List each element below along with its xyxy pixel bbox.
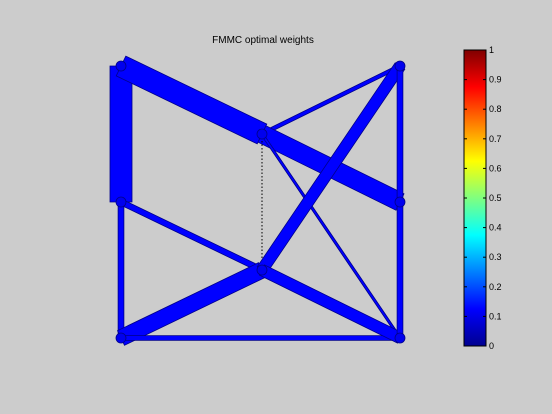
- colorbar-tick-label: 0.2: [489, 282, 502, 292]
- edge-5-8: [258, 264, 404, 344]
- edge-3-8: [120, 335, 401, 341]
- figure-window: FMMC optimal weights 0 0.1 0.2 0.3 0.4 0.5 0.6…: [0, 0, 552, 414]
- node-7: [394, 196, 406, 208]
- edge-2-3: [117, 201, 125, 339]
- colorbar-tick-label: 0.1: [489, 311, 502, 321]
- colorbar-tick-label: 0.3: [489, 252, 502, 262]
- node-5: [256, 264, 268, 276]
- node-8: [394, 332, 406, 344]
- edge-3-5: [116, 262, 267, 346]
- colorbar-tick-label: 0: [489, 341, 494, 351]
- colorbar-tick-label: 0.9: [489, 75, 502, 85]
- colorbar-tick-label: 0.7: [489, 134, 502, 144]
- colorbar-tick-label: 0.6: [489, 163, 502, 173]
- edge-1-2: [109, 65, 133, 203]
- colorbar-tick-label: 0.5: [489, 193, 502, 203]
- edge-7-8: [396, 201, 404, 339]
- colorbar-tick-label: 1: [489, 45, 494, 55]
- chart-canvas: FMMC optimal weights 0 0.1 0.2 0.3 0.4 0.5 0.6…: [109, 35, 502, 351]
- edge-2-5: [119, 198, 264, 274]
- node-2: [115, 196, 127, 208]
- colorbar-tick-label: 0.4: [489, 223, 502, 233]
- node-4: [256, 128, 268, 140]
- edge-5-6: [256, 62, 406, 274]
- edge-6-7: [396, 65, 404, 203]
- nodes-layer: [115, 60, 406, 344]
- edges-layer: [109, 55, 406, 346]
- edge-1-4: [115, 55, 268, 145]
- chart-title: FMMC optimal weights: [212, 35, 314, 46]
- colorbar-gradient: [463, 49, 487, 347]
- colorbar: 0 0.1 0.2 0.3 0.4 0.5 0.6 0.7 0.8 0.9 1: [463, 45, 502, 351]
- colorbar-tick-label: 0.8: [489, 104, 502, 114]
- node-6: [394, 60, 406, 72]
- node-3: [115, 332, 127, 344]
- node-1: [115, 60, 127, 72]
